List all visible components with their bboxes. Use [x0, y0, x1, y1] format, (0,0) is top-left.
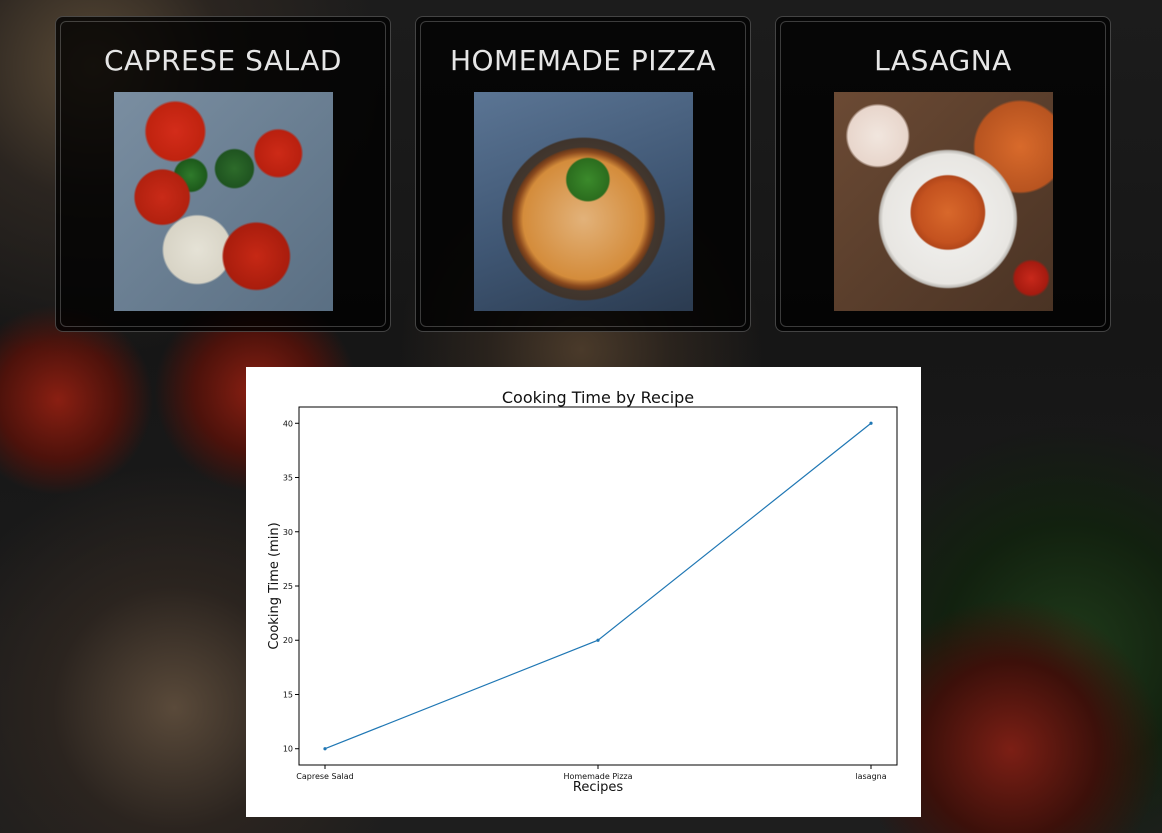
recipe-cards: CAPRESE SALAD HOMEMADE PIZZA LASAGNA — [55, 16, 1111, 332]
y-tick-label: 20 — [283, 636, 293, 645]
x-axis-ticks: Caprese Salad Homemade Pizza lasagna — [296, 765, 887, 781]
y-tick-label: 40 — [283, 419, 293, 428]
y-tick-label: 35 — [283, 474, 293, 483]
data-point — [596, 638, 600, 642]
cooking-time-chart: Cooking Time by Recipe 10 15 20 25 30 35 40 Ca… — [246, 367, 921, 817]
chart-svg: Cooking Time by Recipe 10 15 20 25 30 35 40 Ca… — [267, 388, 898, 795]
recipe-card-lasagna[interactable]: LASAGNA — [775, 16, 1111, 332]
caprese-salad-image[interactable] — [114, 92, 333, 311]
lasagna-image[interactable] — [834, 92, 1053, 311]
data-point — [323, 747, 327, 751]
y-tick-label: 25 — [283, 582, 293, 591]
x-tick-label: Caprese Salad — [296, 772, 353, 781]
x-axis-label: Recipes — [573, 780, 623, 795]
chart-title: Cooking Time by Recipe — [502, 388, 694, 407]
card-title: LASAGNA — [874, 44, 1012, 77]
y-axis-ticks: 10 15 20 25 30 35 40 — [283, 419, 299, 754]
y-tick-label: 30 — [283, 528, 293, 537]
card-title: HOMEMADE PIZZA — [449, 44, 717, 77]
y-axis-label: Cooking Time (min) — [267, 522, 282, 649]
homemade-pizza-image[interactable] — [474, 92, 693, 311]
data-point — [869, 421, 873, 425]
card-title: CAPRESE SALAD — [103, 44, 342, 77]
x-tick-label: lasagna — [855, 772, 886, 781]
y-tick-label: 15 — [283, 690, 293, 699]
y-tick-label: 10 — [283, 745, 293, 754]
recipe-card-homemade-pizza[interactable]: HOMEMADE PIZZA — [415, 16, 751, 332]
recipe-card-caprese-salad[interactable]: CAPRESE SALAD — [55, 16, 391, 332]
plot-area-frame — [298, 406, 898, 766]
